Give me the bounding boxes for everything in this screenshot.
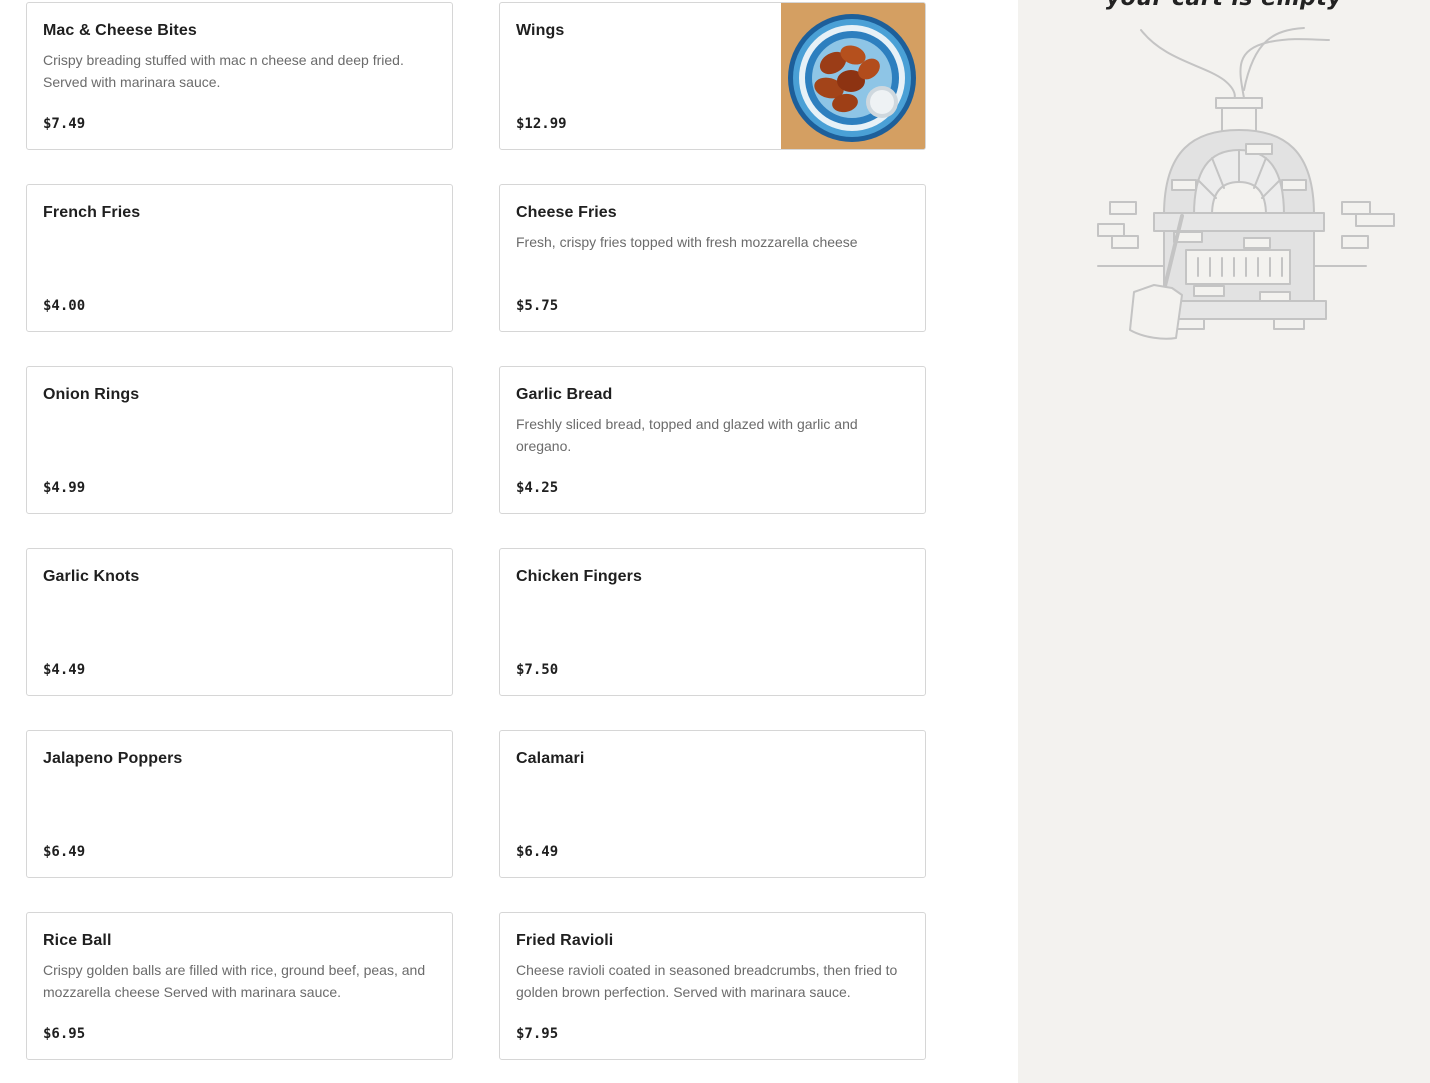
item-description: Freshly sliced bread, topped and glazed … [516, 416, 858, 454]
item-price: $7.49 [43, 116, 86, 132]
item-price: $6.49 [516, 844, 559, 860]
menu-item-card[interactable]: Chicken Fingers $7.50 [499, 548, 926, 696]
menu-item-card[interactable]: Cheese Fries Fresh, crispy fries topped … [499, 184, 926, 332]
item-price: $4.99 [43, 480, 86, 496]
item-name: Jalapeno Poppers [43, 750, 183, 767]
menu-item-card[interactable]: Wings $12.99 [499, 2, 926, 150]
item-name: Rice Ball [43, 932, 112, 949]
item-name: Calamari [516, 750, 585, 767]
item-description: Crispy golden balls are filled with rice… [43, 962, 426, 1000]
menu-grid: Mac & Cheese Bites Crispy breading stuff… [0, 0, 1018, 1083]
item-description: Fresh, crispy fries topped with fresh mo… [516, 234, 858, 250]
item-name: Chicken Fingers [516, 568, 642, 585]
menu-item-card[interactable]: Jalapeno Poppers $6.49 [26, 730, 453, 878]
item-name: French Fries [43, 204, 141, 221]
menu-item-card[interactable]: Garlic Knots $4.49 [26, 548, 453, 696]
menu-item-card[interactable]: Onion Rings $4.99 [26, 366, 453, 514]
item-name: Mac & Cheese Bites [43, 22, 197, 39]
item-description: Cheese ravioli coated in seasoned breadc… [516, 962, 898, 1000]
menu-item-card[interactable]: Garlic Bread Freshly sliced bread, toppe… [499, 366, 926, 514]
item-name: Onion Rings [43, 386, 140, 403]
item-price: $4.49 [43, 662, 86, 678]
item-description: Crispy breading stuffed with mac n chees… [43, 52, 404, 90]
item-price: $7.50 [516, 662, 559, 678]
item-price: $4.00 [43, 298, 86, 314]
item-name: Garlic Bread [516, 386, 613, 403]
item-price: $6.95 [43, 1026, 86, 1042]
item-price: $12.99 [516, 116, 567, 132]
item-name: Fried Ravioli [516, 932, 614, 949]
item-name: Cheese Fries [516, 204, 617, 221]
wings-photo [781, 3, 925, 149]
menu-item-card[interactable]: Rice Ball Crispy golden balls are filled… [26, 912, 453, 1060]
menu-item-card[interactable]: Fried Ravioli Cheese ravioli coated in s… [499, 912, 926, 1060]
pizza-oven-icon [1094, 20, 1404, 355]
item-name: Garlic Knots [43, 568, 140, 585]
item-price: $7.95 [516, 1026, 559, 1042]
cart-sidebar: your cart is empty [1018, 0, 1430, 1083]
item-price: $4.25 [516, 480, 559, 496]
menu-item-card[interactable]: Mac & Cheese Bites Crispy breading stuff… [26, 2, 453, 150]
item-name: Wings [516, 22, 565, 39]
menu-item-card[interactable]: Calamari $6.49 [499, 730, 926, 878]
item-price: $6.49 [43, 844, 86, 860]
item-price: $5.75 [516, 298, 559, 314]
menu-item-card[interactable]: French Fries $4.00 [26, 184, 453, 332]
cart-empty-message: your cart is empty [1018, 0, 1430, 11]
